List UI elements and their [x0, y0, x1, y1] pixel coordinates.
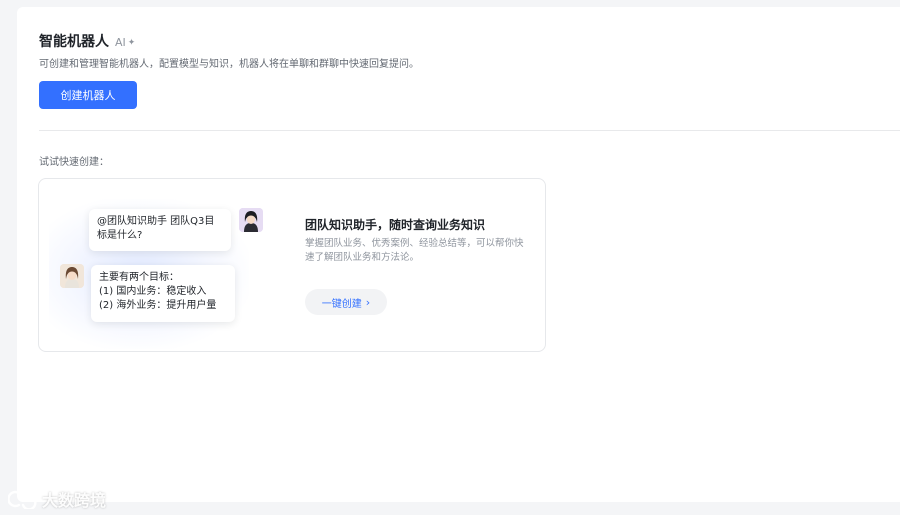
- watermark-logo-icon: [8, 490, 37, 509]
- divider: [39, 130, 900, 131]
- main-panel: 智能机器人 AI ✦ 可创建和管理智能机器人，配置模型与知识，机器人将在单聊和群…: [17, 7, 900, 502]
- ai-badge: AI ✦: [115, 36, 135, 49]
- answer-line: 主要有两个目标：: [99, 272, 179, 283]
- watermark: 大数跨境: [8, 487, 106, 511]
- ai-badge-label: AI: [115, 36, 126, 49]
- chat-bubble-question: @团队知识助手 团队Q3目标是什么?: [89, 209, 231, 251]
- create-bot-button[interactable]: 创建机器人: [39, 81, 137, 109]
- sparkle-plus-icon: ✦: [127, 37, 136, 48]
- template-title: 团队知识助手，随时查询业务知识: [305, 218, 486, 232]
- question-text: @团队知识助手 团队Q3目标是什么?: [97, 216, 215, 241]
- template-description: 掌握团队业务、优秀案例、经验总结等，可以帮你快速了解团队业务和方法论。: [305, 238, 524, 263]
- watermark-text: 大数跨境: [42, 491, 107, 510]
- user-avatar-icon: [239, 208, 263, 232]
- template-card[interactable]: @团队知识助手 团队Q3目标是什么? 主要有两个目标： (1) 国内业务：稳定收…: [38, 178, 546, 352]
- one-click-create-label: 一键创建: [321, 298, 362, 310]
- one-click-create-button[interactable]: 一键创建 ›: [305, 289, 387, 315]
- bot-avatar-icon: [60, 264, 84, 288]
- quick-create-label: 试试快速创建：: [39, 157, 109, 168]
- answer-line: (1) 国内业务：稳定收入: [99, 286, 207, 297]
- answer-line: (2) 海外业务：提升用户量: [99, 300, 217, 311]
- page-header: 智能机器人 AI ✦: [39, 31, 135, 51]
- page-title: 智能机器人: [39, 34, 109, 50]
- chevron-right-icon: ›: [365, 295, 371, 309]
- chat-bubble-answer: 主要有两个目标： (1) 国内业务：稳定收入 (2) 海外业务：提升用户量: [91, 265, 235, 322]
- page-subtitle: 可创建和管理智能机器人，配置模型与知识，机器人将在单聊和群聊中快速回复提问。: [39, 59, 419, 70]
